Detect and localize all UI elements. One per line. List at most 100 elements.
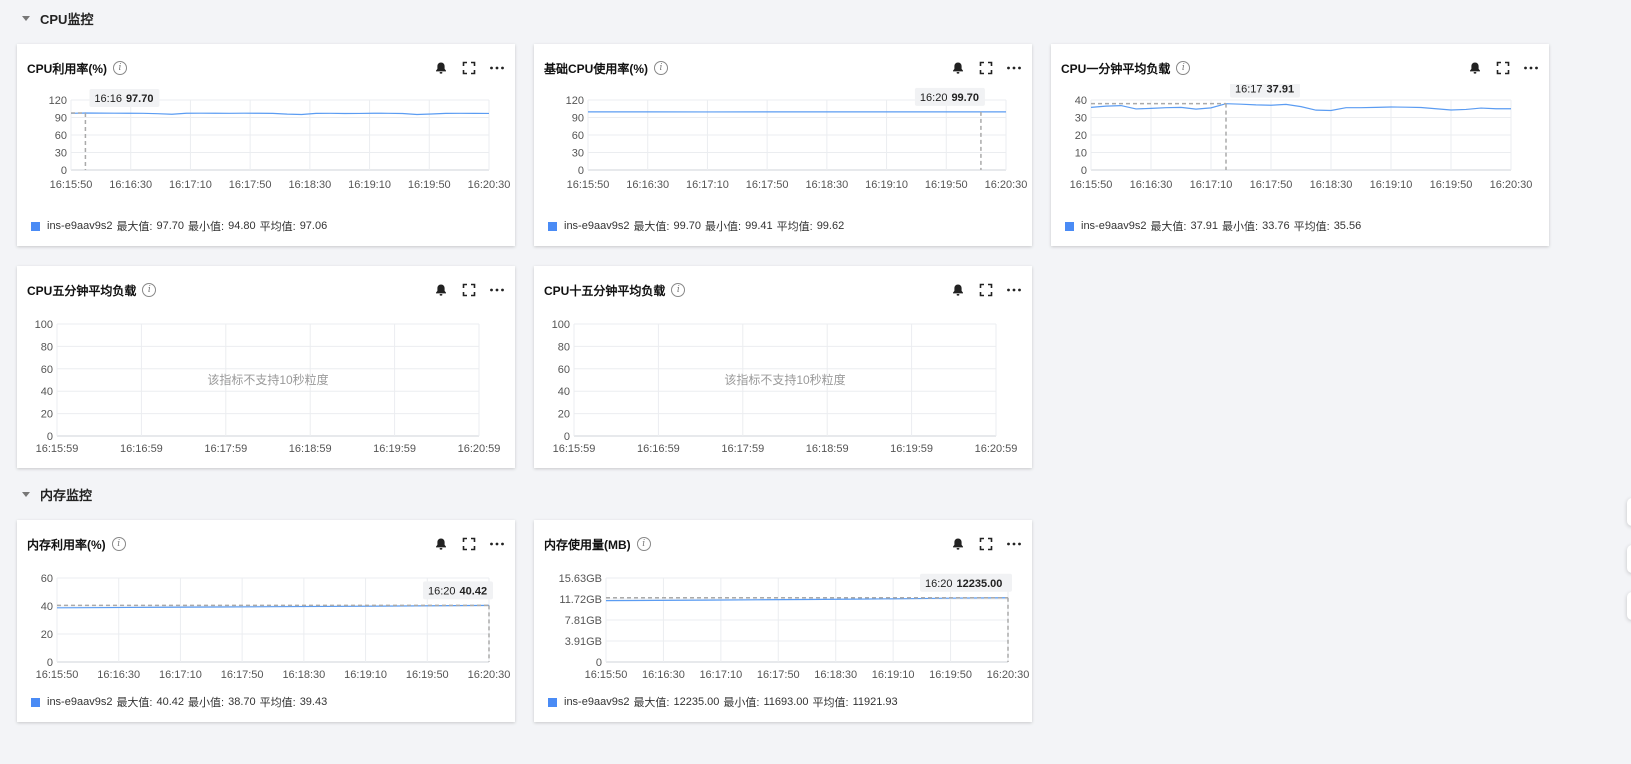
chart-card: 基础CPU使用率(%) i 120 90 60 30 0 16:15:50 16:16:30… [534, 44, 1032, 246]
bell-icon[interactable] [950, 60, 966, 76]
legend[interactable]: ins-e9aav9s2 最大值: 97.70 最小值: 94.80 平均值: … [31, 218, 327, 234]
x-tick-label: 16:17:50 [757, 669, 800, 681]
x-tick-label: 16:17:10 [1190, 179, 1233, 191]
x-tick-label: 16:17:10 [699, 669, 742, 681]
y-tick-label: 100 [35, 319, 53, 331]
legend[interactable]: ins-e9aav9s2 最大值: 12235.00 最小值: 11693.00… [548, 694, 898, 710]
fullscreen-icon[interactable] [1495, 60, 1511, 76]
x-tick-label: 16:16:30 [642, 669, 685, 681]
x-tick-label: 16:16:30 [109, 179, 152, 191]
fullscreen-icon[interactable] [461, 282, 477, 298]
chart-plot[interactable]: 15.63GB 11.72GB 7.81GB 3.91GB 016:15:50 16:16… [534, 560, 1032, 694]
chart-plot[interactable]: 100 80 60 40 20 016:15:59 16:16:59 16:17:59 16:1… [17, 306, 515, 468]
chart-plot[interactable]: 120 90 60 30 0 16:15:50 16:16:30 16:17:10 16:17:… [534, 84, 1032, 204]
y-tick-label: 120 [566, 95, 584, 107]
legend-avg-label: 平均值: [812, 697, 849, 709]
tooltip: 16:16 97.70 [89, 89, 160, 108]
x-tick-label: 16:18:30 [282, 669, 325, 681]
x-tick-label: 16:17:50 [1250, 179, 1293, 191]
legend-min-label: 最小值: [723, 697, 760, 709]
chart-plot[interactable]: 100 80 60 40 20 016:15:59 16:16:59 16:17:59 16:1… [534, 306, 1032, 468]
caret-down-icon[interactable] [22, 491, 30, 497]
x-tick-label: 16:20:59 [458, 443, 501, 455]
tooltip-time: 16:20 [428, 585, 456, 597]
legend-swatch [31, 221, 40, 231]
y-tick-label: 40 [41, 601, 53, 613]
info-icon[interactable]: i [113, 61, 127, 75]
legend-swatch [31, 697, 40, 707]
more-icon[interactable] [489, 536, 505, 552]
legend-series: ins-e9aav9s2 [47, 220, 113, 232]
y-tick-label: 40 [1075, 95, 1087, 107]
y-tick-label: 100 [552, 319, 570, 331]
side-scroll-handle[interactable] [1627, 498, 1631, 526]
legend[interactable]: ins-e9aav9s2 最大值: 40.42 最小值: 38.70 平均值: … [31, 694, 327, 710]
fullscreen-icon[interactable] [978, 282, 994, 298]
more-icon[interactable] [1523, 60, 1539, 76]
info-icon[interactable]: i [111, 537, 126, 551]
bell-icon[interactable] [433, 282, 449, 298]
bell-icon[interactable] [433, 60, 449, 76]
card-header: 基础CPU使用率(%) i [544, 58, 1022, 78]
y-tick-label: 11.72GB [559, 594, 602, 606]
svg-text:16:2012235.00: 16:20 12235.00 [925, 578, 1002, 590]
chart-plot[interactable]: 60 40 20 016:15:50 16:16:30 16:17:10 16:17:50 1… [17, 560, 515, 694]
x-tick-label: 16:15:50 [567, 179, 610, 191]
side-button[interactable] [1627, 545, 1631, 573]
side-button[interactable] [1627, 592, 1631, 620]
more-icon[interactable] [489, 282, 505, 298]
legend-min: 11693.00 [763, 696, 809, 708]
section-header-memory[interactable]: 内存监控 [22, 482, 92, 506]
caret-down-icon[interactable] [22, 15, 30, 21]
series-line [1090, 103, 1511, 112]
x-tick-label: 16:18:30 [814, 669, 857, 681]
y-tick-label: 60 [41, 364, 53, 376]
y-tick-label: 120 [49, 95, 67, 107]
section-header-cpu[interactable]: CPU监控 [22, 6, 93, 30]
legend-max-label: 最大值: [633, 221, 670, 233]
legend-avg: 11921.93 [852, 696, 898, 708]
x-tick-label: 16:16:30 [1130, 179, 1173, 191]
tooltip-value: 97.70 [126, 93, 154, 105]
fullscreen-icon[interactable] [461, 60, 477, 76]
more-icon[interactable] [1006, 60, 1022, 76]
y-tick-label: 7.81GB [565, 615, 602, 627]
more-icon[interactable] [1006, 536, 1022, 552]
y-tick-label: 90 [572, 113, 584, 125]
more-icon[interactable] [489, 60, 505, 76]
info-icon[interactable]: i [671, 283, 686, 297]
y-tick-label: 3.91GB [565, 636, 602, 648]
x-tick-label: 16:19:50 [925, 179, 968, 191]
y-tick-label: 60 [572, 130, 584, 142]
legend-max-label: 最大值: [116, 697, 153, 709]
info-icon[interactable]: i [636, 537, 651, 551]
fullscreen-icon[interactable] [978, 60, 994, 76]
legend-max-label: 最大值: [116, 221, 153, 233]
bell-icon[interactable] [1467, 60, 1483, 76]
more-icon[interactable] [1006, 282, 1022, 298]
card-actions [433, 60, 505, 76]
y-tick-label: 15.63GB [559, 573, 602, 585]
card-actions [950, 536, 1022, 552]
info-icon[interactable]: i [1176, 61, 1191, 75]
chart-card: CPU利用率(%) i 120 90 60 30 0 16:15:50 16:16:30 16… [17, 44, 515, 246]
bell-icon[interactable] [950, 536, 966, 552]
card-actions [1467, 60, 1539, 76]
x-tick-label: 16:16:30 [97, 669, 140, 681]
legend[interactable]: ins-e9aav9s2 最大值: 99.70 最小值: 99.41 平均值: … [548, 218, 844, 234]
empty-message: 该指标不支持10秒粒度 [724, 372, 845, 387]
info-icon[interactable]: i [142, 283, 157, 297]
chart-plot[interactable]: 120 90 60 30 0 16:15:50 16:16:30 16:17:10 16:17:… [17, 84, 515, 204]
legend[interactable]: ins-e9aav9s2 最大值: 37.91 最小值: 33.76 平均值: … [1065, 218, 1361, 234]
section-title: 内存监控 [40, 487, 93, 503]
bell-icon[interactable] [433, 536, 449, 552]
chart-card: CPU五分钟平均负载 i 100 80 60 40 20 0 16:15:59 16:16:5… [17, 266, 515, 468]
bell-icon[interactable] [950, 282, 966, 298]
fullscreen-icon[interactable] [461, 536, 477, 552]
card-title: CPU十五分钟平均负载 [544, 283, 666, 298]
section-title: CPU监控 [40, 11, 94, 27]
info-icon[interactable]: i [654, 61, 668, 75]
chart-plot[interactable]: 40 30 20 10 0 16:15:50 16:16:30 16:17:10 16:17:5… [1051, 84, 1549, 204]
fullscreen-icon[interactable] [978, 536, 994, 552]
tooltip-time: 16:16 [94, 93, 122, 105]
